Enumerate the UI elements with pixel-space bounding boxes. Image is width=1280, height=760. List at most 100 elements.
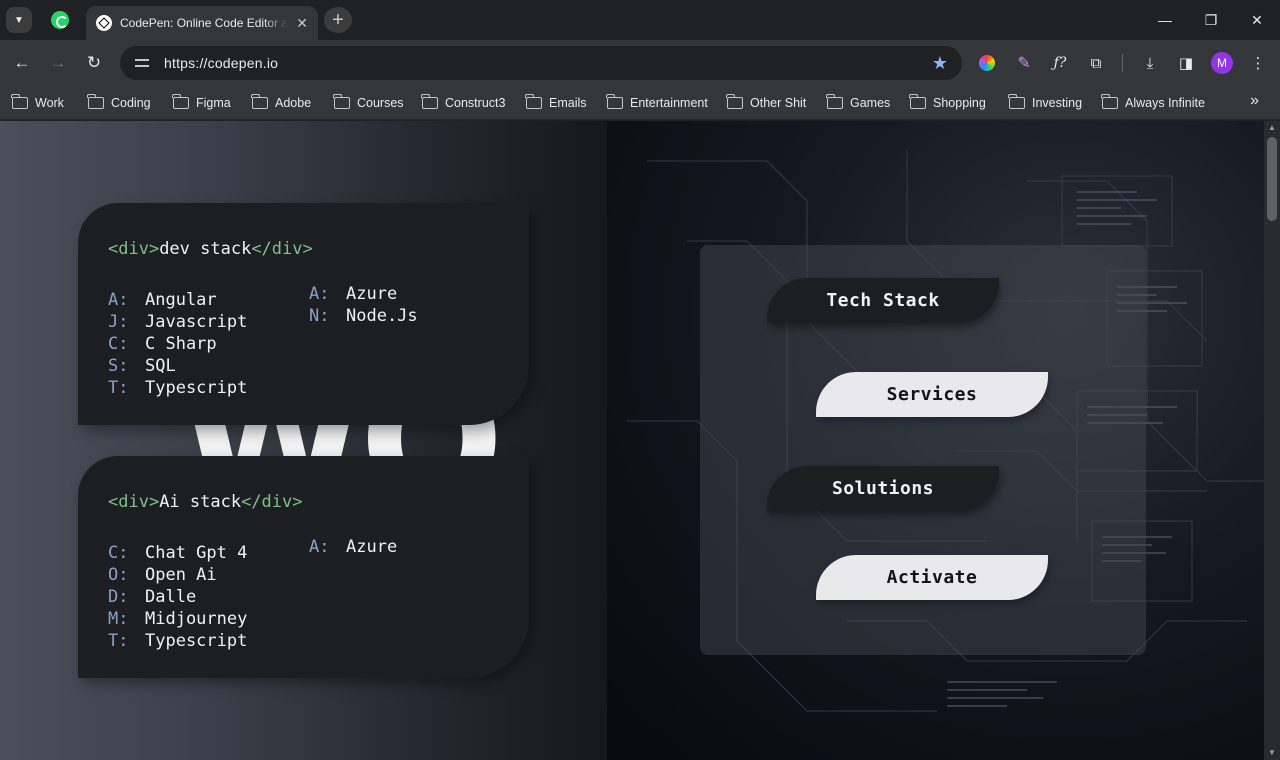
reload-icon: ↻ (86, 53, 102, 72)
bookmark-folder[interactable]: Figma (172, 92, 231, 114)
close-tag: </div> (251, 239, 313, 259)
card-title: <div>dev stack</div> (108, 239, 313, 259)
stack-item: N: Node.Js (309, 305, 418, 327)
more-bookmarks-button[interactable]: » (1250, 92, 1259, 110)
item-value: Typescript (145, 631, 248, 651)
restore-button[interactable]: ❐ (1188, 0, 1234, 40)
item-value: SQL (145, 356, 176, 376)
item-value: Azure (346, 284, 398, 304)
bookmark-folder[interactable]: Other Shit (726, 92, 807, 114)
feather-extension-icon[interactable]: ✎ (1013, 52, 1035, 74)
font-finder-extension-icon[interactable]: ƒ? (1049, 52, 1071, 74)
folder-icon (11, 94, 28, 109)
bookmark-star-icon[interactable]: ★ (932, 53, 948, 74)
card-title-text: Ai stack (159, 492, 242, 512)
tab-title: CodePen: Online Code Editor and Front En… (120, 16, 288, 30)
new-tab-button[interactable]: + (324, 7, 352, 33)
stack-item: A: Azure (309, 536, 397, 558)
minimize-button[interactable]: — (1142, 0, 1188, 40)
item-value: Javascript (145, 312, 248, 332)
bookmark-folder[interactable]: Coding (87, 92, 151, 114)
item-key: N: (309, 306, 330, 326)
close-tab-icon[interactable]: ✕ (296, 16, 308, 30)
bookmark-folder[interactable]: Work (11, 92, 64, 114)
item-value: Node.Js (346, 306, 418, 326)
bookmark-folder[interactable]: Construct3 (421, 92, 506, 114)
ai-stack-card: <div>Ai stack</div> C: Chat Gpt 4 O: Open … (78, 456, 529, 678)
bookmark-label: Games (850, 96, 891, 110)
extensions-puzzle-icon[interactable]: ⧉ (1085, 52, 1107, 74)
stack-item: T: Typescript (108, 377, 247, 399)
bookmark-folder[interactable]: Adobe (251, 92, 312, 114)
url-text[interactable]: https://codepen.io (164, 55, 278, 71)
bookmark-folder[interactable]: Emails (525, 92, 587, 114)
dev-stack-card: <div>dev stack</div> A: Angular J: Javascr… (78, 203, 529, 425)
item-key: A: (309, 284, 330, 304)
arrow-left-icon: ← (13, 53, 31, 72)
side-panel-icon[interactable]: ◨ (1175, 52, 1197, 74)
pinned-tab-whatsapp[interactable] (44, 6, 76, 34)
bookmark-label: Adobe (275, 96, 312, 110)
stack-item: D: Dalle (108, 586, 247, 608)
toolbar-divider (1122, 54, 1123, 72)
bookmark-label: Emails (549, 96, 587, 110)
stack-item: C: Chat Gpt 4 (108, 542, 247, 564)
activate-button[interactable]: Activate (816, 555, 1048, 600)
item-value: Azure (346, 537, 398, 557)
site-info-icon[interactable] (134, 55, 150, 71)
item-key: S: (108, 356, 129, 376)
bookmark-folder[interactable]: Entertainment (606, 92, 708, 114)
back-button[interactable]: ← (8, 49, 36, 77)
bookmark-folder[interactable]: Always Infinite (1101, 92, 1205, 114)
page-scrollbar[interactable]: ▲ ▼ (1264, 121, 1280, 760)
address-bar[interactable]: https://codepen.io ★ (120, 46, 962, 80)
bookmark-label: Coding (111, 96, 151, 110)
folder-icon (251, 94, 268, 109)
stack-column: A: Azure (309, 536, 397, 558)
scroll-down-icon[interactable]: ▼ (1264, 746, 1280, 760)
item-value: Midjourney (145, 609, 248, 629)
close-window-button[interactable]: ✕ (1234, 0, 1280, 40)
arrow-right-icon: → (49, 53, 67, 72)
stack-item: C: C Sharp (108, 333, 247, 355)
bookmark-folder[interactable]: Shopping (909, 92, 986, 114)
color-picker-extension-icon[interactable] (979, 55, 995, 71)
forward-button[interactable]: → (44, 49, 72, 77)
bookmark-folder[interactable]: Investing (1008, 92, 1083, 114)
reload-button[interactable]: ↻ (80, 49, 108, 77)
stack-item: A: Angular (108, 289, 247, 311)
item-key: T: (108, 631, 129, 651)
bookmark-label: Work (35, 96, 64, 110)
tab-search-button[interactable]: ▼ (6, 7, 32, 33)
card-title-text: dev stack (159, 239, 252, 259)
solutions-button[interactable]: Solutions (767, 466, 999, 511)
stack-column: A: Angular J: Javascript C: C Sharp S: SQL T… (108, 289, 247, 399)
scroll-thumb[interactable] (1267, 137, 1277, 221)
stack-item: M: Midjourney (108, 608, 247, 630)
download-icon[interactable]: ⤓ (1139, 52, 1161, 74)
bookmark-label: Other Shit (750, 96, 807, 110)
item-key: O: (108, 565, 129, 585)
stack-item: J: Javascript (108, 311, 247, 333)
bookmark-folder[interactable]: Games (826, 92, 891, 114)
active-tab[interactable]: CodePen: Online Code Editor and Front En… (86, 6, 318, 40)
page-viewport: WO <div>dev stack</div> A:Angular J:Java… (0, 121, 1264, 760)
open-tag: <div> (108, 239, 160, 259)
bookmark-label: Courses (357, 96, 404, 110)
profile-avatar[interactable]: M (1211, 52, 1233, 74)
chevron-down-icon: ▼ (14, 14, 24, 26)
services-button[interactable]: Services (816, 372, 1048, 417)
tech-stack-button[interactable]: Tech Stack (767, 278, 999, 323)
window-controls: — ❐ ✕ (1142, 0, 1280, 40)
item-value: Open Ai (145, 565, 217, 585)
folder-icon (1008, 94, 1025, 109)
scroll-up-icon[interactable]: ▲ (1264, 121, 1280, 135)
folder-icon (726, 94, 743, 109)
menu-kebab-icon[interactable]: ⋮ (1247, 52, 1269, 74)
bookmark-label: Construct3 (445, 96, 506, 110)
menu-panel: Tech Stack Services Solutions Activate (700, 245, 1146, 655)
item-key: M: (108, 609, 129, 629)
stack-column: A: Azure N: Node.Js (309, 283, 418, 327)
bookmark-label: Investing (1032, 96, 1083, 110)
bookmark-folder[interactable]: Courses (333, 92, 404, 114)
